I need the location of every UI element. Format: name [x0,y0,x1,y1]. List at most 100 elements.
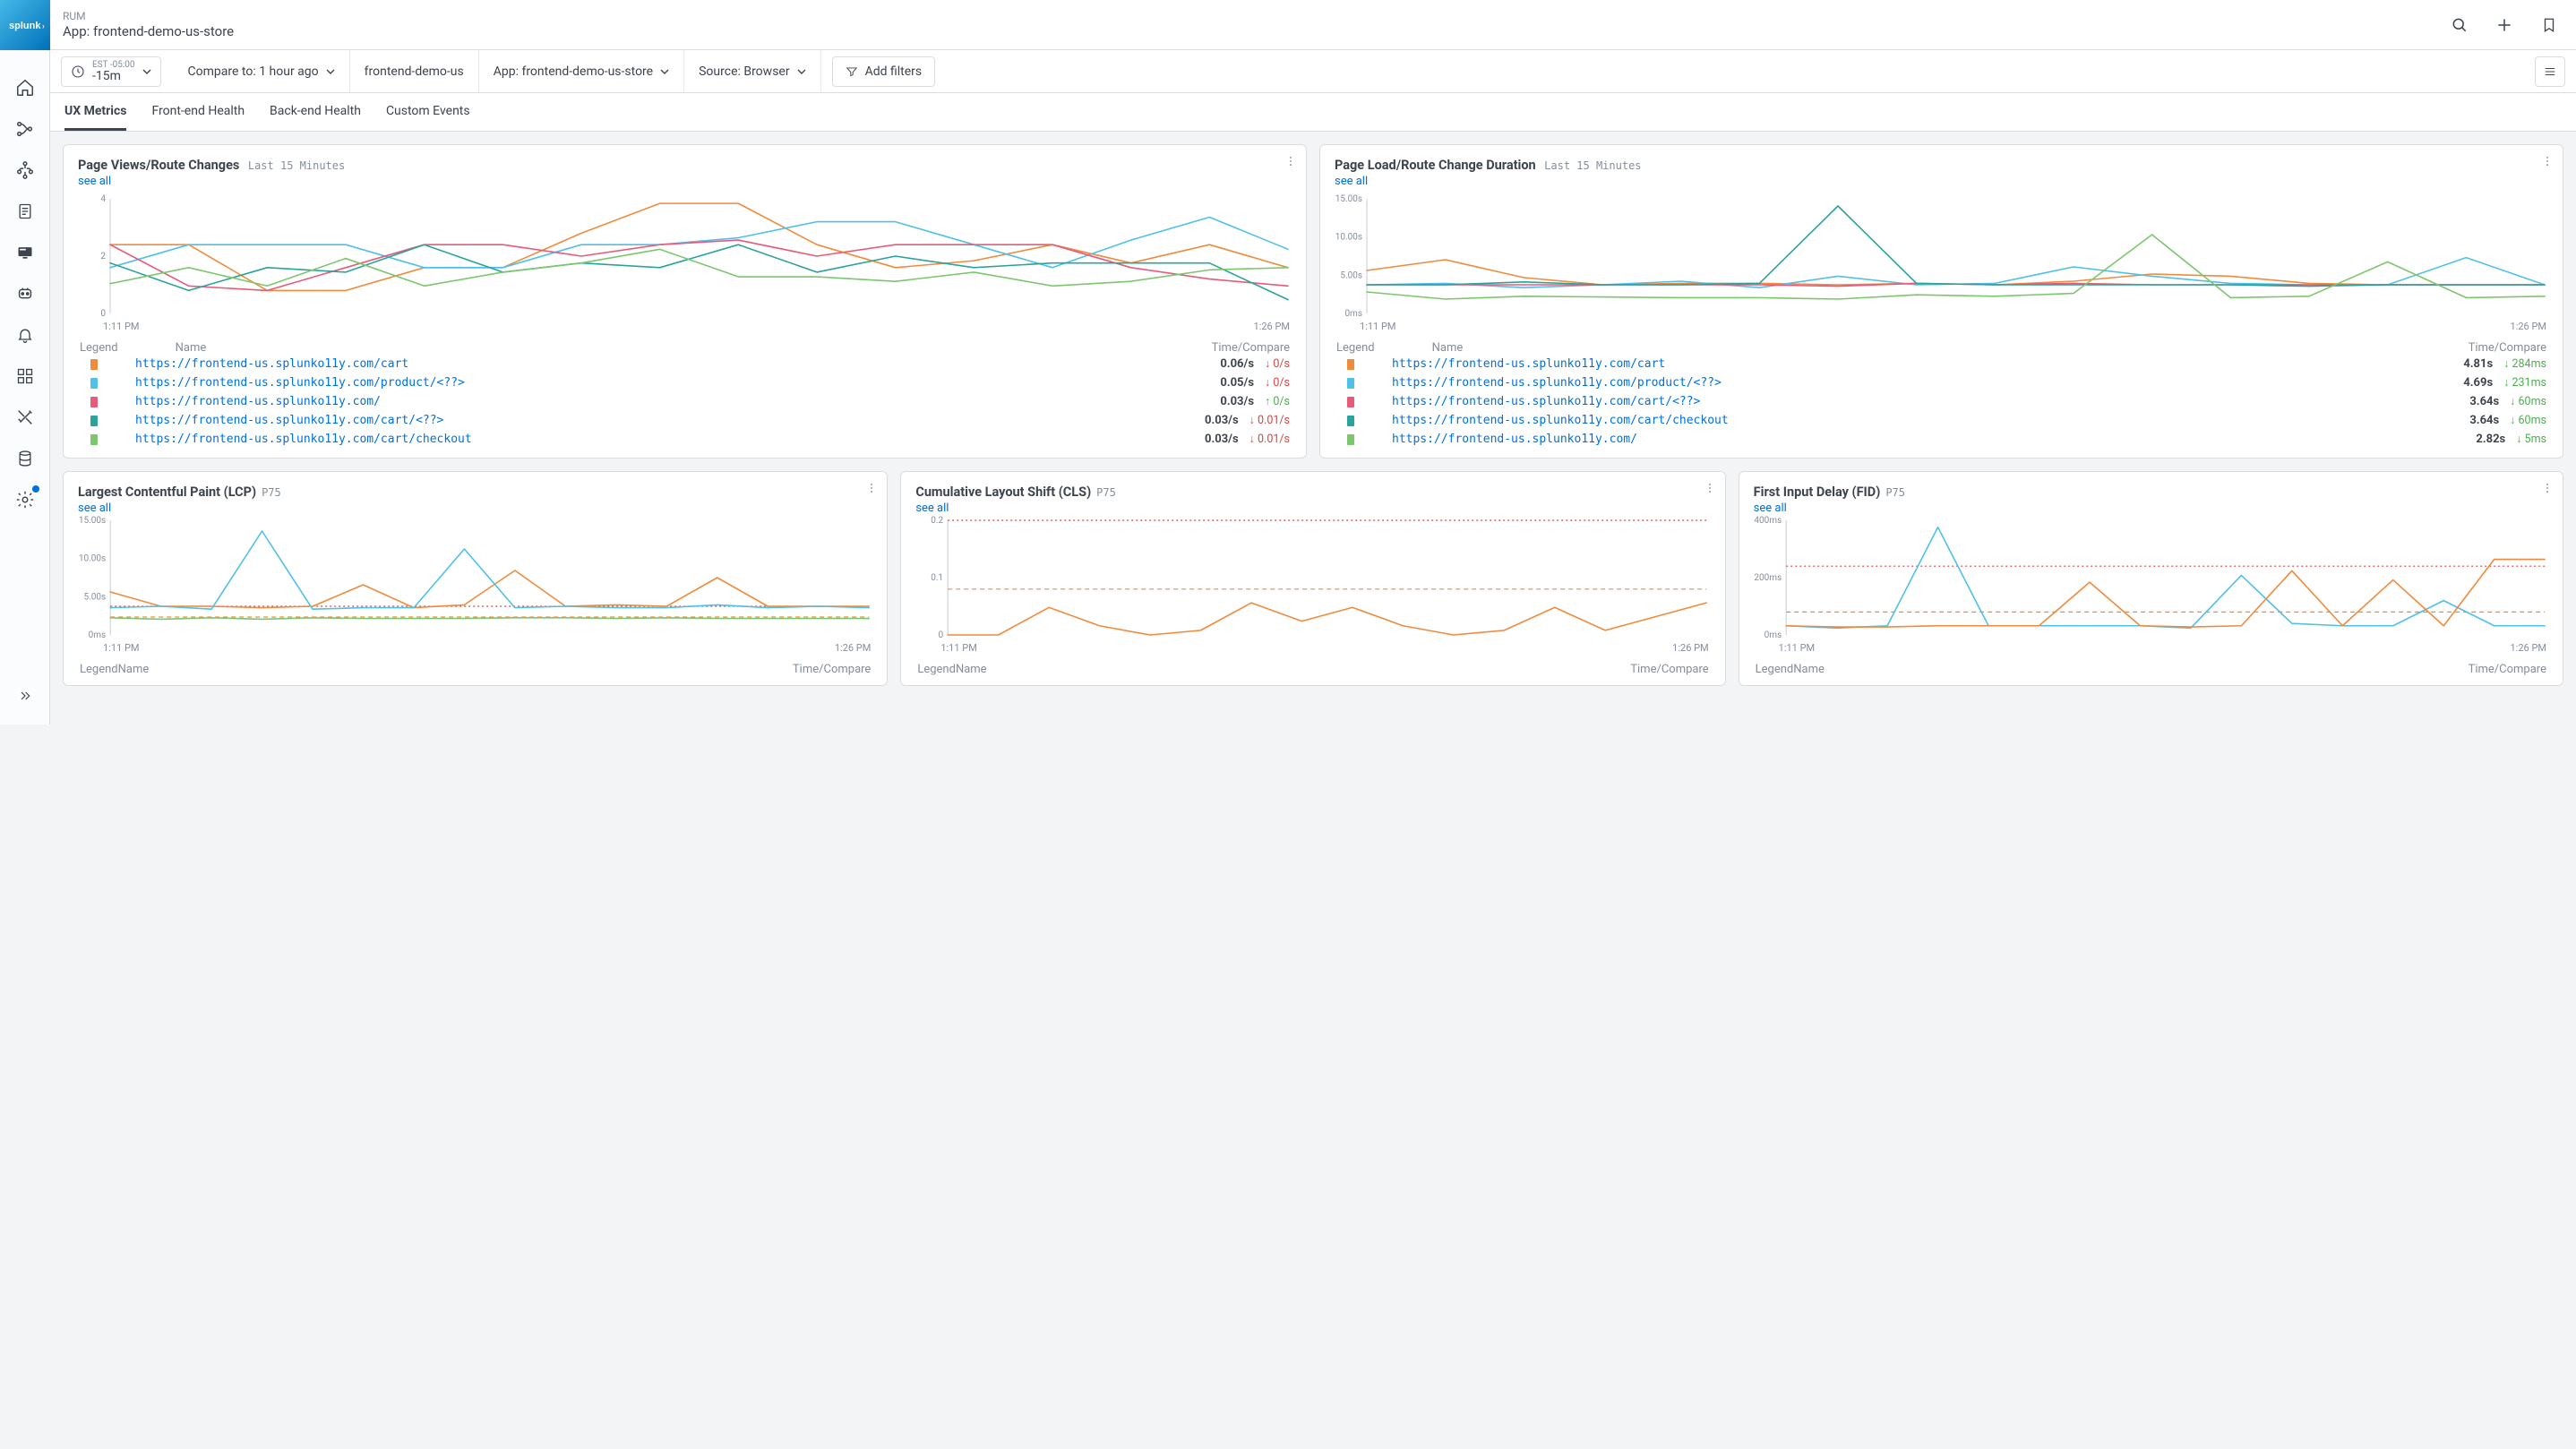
svg-text:5.00s: 5.00s [83,592,106,602]
svg-text:10.00s: 10.00s [1335,233,1362,243]
legend-swatch [90,359,98,370]
legend-delta: ↓ 5ms [2516,433,2546,446]
chart-page-views: 024 [78,193,1292,319]
legend-value: 3.64s [2469,414,2499,427]
card-menu-icon[interactable] [2541,481,2554,495]
tab-frontend-health[interactable]: Front-end Health [151,93,245,131]
nav-metrics-icon[interactable] [11,403,39,432]
tabs: UX Metrics Front-end Health Back-end Hea… [50,93,2576,132]
card-subtitle: Last 15 Minutes [1544,159,1641,172]
nav-logs-icon[interactable] [11,197,39,226]
legend-delta: ↓ 60ms [2510,414,2546,427]
legend-link[interactable]: https://frontend-us.splunko11y.com/cart [1392,357,1665,371]
card-menu-icon[interactable] [1704,481,1716,495]
legend-delta: ↓ 0/s [1265,357,1290,371]
legend-row: https://frontend-us.splunko11y.com/0.03/… [78,392,1292,411]
axis-end: 1:26 PM [2511,321,2546,332]
bookmark-icon[interactable] [2537,13,2562,38]
time-range-picker[interactable]: EST -05:00 -15m [61,56,161,87]
nav-rum-icon[interactable] [11,238,39,267]
app-filter[interactable]: App: frontend-demo-us-store [479,50,684,92]
legend-row: https://frontend-us.splunko11y.com/cart/… [78,411,1292,430]
nav-alerts-icon[interactable] [11,321,39,349]
legend-delta: ↓ 60ms [2510,395,2546,408]
chart-cls: 00.10.2 [915,515,1710,640]
nav-home-icon[interactable] [11,73,39,102]
nav-infra-icon[interactable] [11,156,39,184]
product-name: RUM [63,10,234,23]
legend-link[interactable]: https://frontend-us.splunko11y.com/cart [135,357,408,371]
legend-swatch [1347,397,1354,407]
legend-swatch [1347,359,1354,370]
axis-end: 1:26 PM [1254,321,1290,332]
legend-value: 2.82s [2476,433,2505,446]
legend-delta: ↓ 0.01/s [1249,414,1290,427]
source-filter[interactable]: Source: Browser [684,50,820,92]
panel-menu-button[interactable] [2535,56,2565,87]
legend-row: https://frontend-us.splunko11y.com/produ… [1335,373,2548,392]
card-menu-icon[interactable] [1284,154,1297,168]
legend-link[interactable]: https://frontend-us.splunko11y.com/cart/… [1392,395,1700,408]
card-fid: First Input Delay (FID)P75 see all 0ms20… [1739,471,2563,686]
card-menu-icon[interactable] [2541,154,2554,168]
rail-expand-icon[interactable] [11,682,39,710]
legend-delta: ↓ 0/s [1265,376,1290,390]
svg-text:0: 0 [939,630,944,640]
see-all-link[interactable]: see all [78,502,111,515]
add-filters-button[interactable]: Add filters [832,56,936,87]
legend-delta: ↓ 0.01/s [1249,433,1290,446]
legend-row: https://frontend-us.splunko11y.com/cart/… [78,430,1292,449]
legend-delta: ↓ 284ms [2503,357,2546,371]
content-area: Page Views/Route Changes Last 15 Minutes… [50,132,2576,724]
svg-text:200ms: 200ms [1754,573,1782,583]
see-all-link[interactable]: see all [1335,175,1368,188]
legend-value: 0.03/s [1220,395,1254,408]
axis-start: 1:11 PM [1360,321,1395,332]
see-all-link[interactable]: see all [78,175,111,188]
legend-link[interactable]: https://frontend-us.splunko11y.com/cart/… [1392,414,1729,427]
menu-icon [2543,65,2557,78]
fe-filter[interactable]: frontend-demo-us [350,50,479,92]
svg-text:400ms: 400ms [1754,516,1782,526]
tab-custom-events[interactable]: Custom Events [386,93,470,131]
see-all-link[interactable]: see all [1754,502,1787,515]
legend-value: 0.03/s [1205,433,1239,446]
legend-row: https://frontend-us.splunko11y.com/cart/… [1335,392,2548,411]
legend-swatch [1347,416,1354,426]
legend-link[interactable]: https://frontend-us.splunko11y.com/cart/… [135,414,443,427]
tab-backend-health[interactable]: Back-end Health [270,93,361,131]
legend-row: https://frontend-us.splunko11y.com/cart/… [1335,411,2548,430]
nav-data-icon[interactable] [11,444,39,473]
legend-link[interactable]: https://frontend-us.splunko11y.com/produ… [1392,376,1722,390]
legend-row: https://frontend-us.splunko11y.com/2.82s… [1335,430,2548,449]
legend-link[interactable]: https://frontend-us.splunko11y.com/ [135,395,381,408]
chevron-down-icon [142,67,151,76]
legend-link[interactable]: https://frontend-us.splunko11y.com/cart/… [135,433,472,446]
svg-text:2: 2 [100,252,106,262]
search-icon[interactable] [2447,13,2472,38]
nav-settings-icon[interactable] [11,485,39,514]
nav-apm-icon[interactable] [11,115,39,143]
card-menu-icon[interactable] [865,481,878,495]
nav-synthetics-icon[interactable] [11,279,39,308]
legend-value: 4.69s [2463,376,2493,390]
card-cls: Cumulative Layout Shift (CLS)P75 see all… [900,471,1725,686]
nav-dashboards-icon[interactable] [11,362,39,390]
tab-ux-metrics[interactable]: UX Metrics [64,93,126,131]
legend-link[interactable]: https://frontend-us.splunko11y.com/ [1392,433,1637,446]
legend-swatch [90,434,98,445]
legend-delta: ↓ 231ms [2503,376,2546,390]
svg-text:0.2: 0.2 [932,516,944,526]
see-all-link[interactable]: see all [915,502,949,515]
chart-duration: 0ms5.00s10.00s15.00s [1335,193,2548,319]
legend-value: 0.05/s [1220,376,1254,390]
card-subtitle: Last 15 Minutes [248,159,345,172]
chevron-down-icon [660,67,669,76]
legend-link[interactable]: https://frontend-us.splunko11y.com/produ… [135,376,465,390]
compare-picker[interactable]: Compare to: 1 hour ago [174,50,350,92]
time-range: -15m [92,70,135,82]
chart-lcp: 0ms5.00s10.00s15.00s [78,515,872,640]
legend-swatch [90,416,98,426]
add-icon[interactable] [2492,13,2517,38]
splunk-logo[interactable]: splunk› [0,0,50,50]
